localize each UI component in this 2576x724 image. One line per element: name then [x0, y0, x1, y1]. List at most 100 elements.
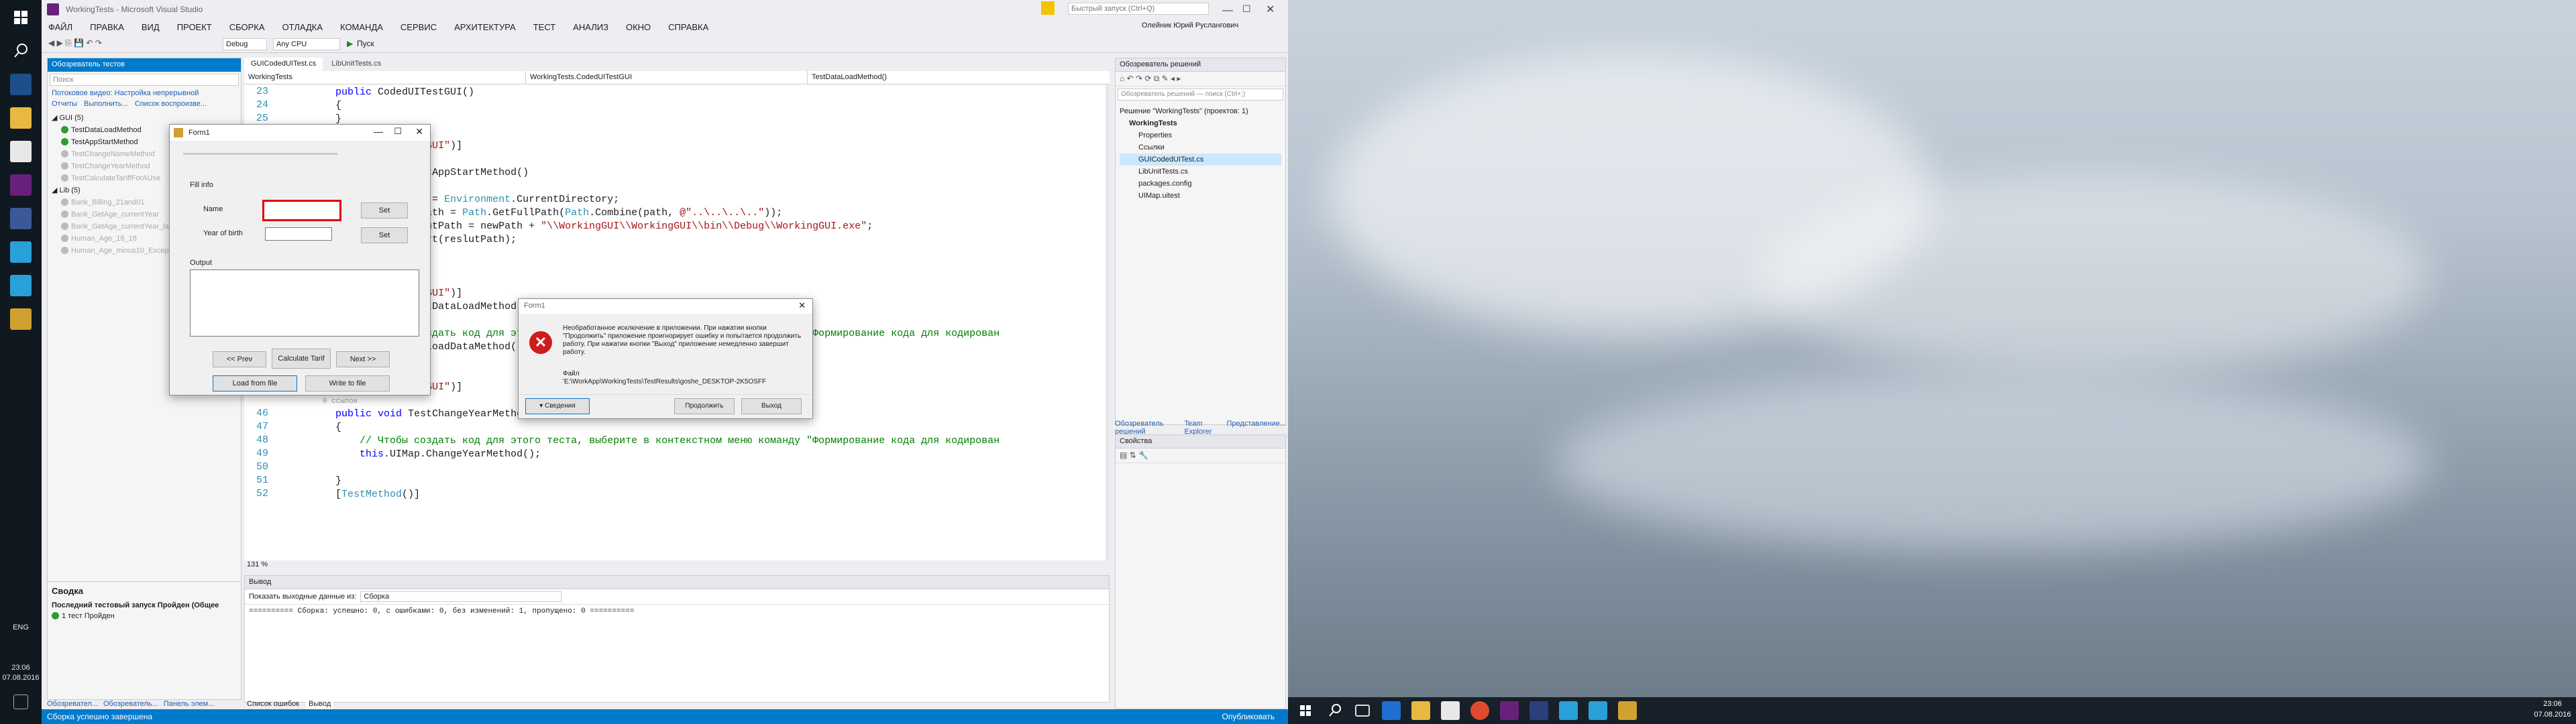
- name-input[interactable]: [262, 200, 341, 221]
- menu-item-11[interactable]: ОКНО: [626, 22, 651, 32]
- next-button[interactable]: Next >>: [336, 351, 390, 367]
- menu-item-2[interactable]: ВИД: [142, 22, 160, 32]
- solution-tab-0[interactable]: Обозреватель решений: [1115, 420, 1180, 436]
- expand-icon[interactable]: ◢: [52, 186, 60, 194]
- explorer-icon[interactable]: [10, 107, 32, 129]
- publish-button[interactable]: Опубликовать: [1222, 709, 1275, 724]
- form-app-icon[interactable]: [1618, 701, 1637, 720]
- lang-indicator[interactable]: ENG: [0, 623, 42, 631]
- bottom-tab-1[interactable]: Вывод: [305, 700, 334, 709]
- edge-icon[interactable]: [10, 74, 32, 95]
- clock-time[interactable]: 23:06: [0, 664, 42, 672]
- prev-button[interactable]: << Prev: [213, 351, 266, 367]
- explorer-icon[interactable]: [1411, 701, 1430, 720]
- store-icon[interactable]: [1441, 701, 1460, 720]
- stream-link[interactable]: Потоковое видео: Настройка непрерывной: [48, 88, 241, 99]
- solution-item[interactable]: packages.config: [1120, 178, 1281, 190]
- set-year-button[interactable]: Set: [361, 227, 408, 243]
- notification-flag-icon[interactable]: [1041, 1, 1055, 15]
- store-icon[interactable]: [10, 141, 32, 162]
- user-name[interactable]: Олейник Юрий Руслангович: [1142, 21, 1238, 29]
- nav-class[interactable]: WorkingTests.CodedUITestGUI: [526, 71, 808, 84]
- bottom-tab-0[interactable]: Список ошибок: [244, 700, 302, 709]
- menu-item-5[interactable]: ОТЛАДКА: [282, 22, 323, 32]
- search-icon[interactable]: [10, 40, 32, 62]
- tab-libunittests[interactable]: LibUnitTests.cs: [325, 58, 388, 71]
- solution-toolbar-icons[interactable]: ⌂ ↶ ↷ ⟳ ⧉ ✎ ◂ ▸: [1116, 72, 1285, 86]
- chrome-icon[interactable]: [1470, 701, 1489, 720]
- form1-maximize-button[interactable]: ☐: [394, 126, 402, 137]
- menu-item-0[interactable]: ФАЙЛ: [48, 22, 72, 32]
- tab-guicodeduitest[interactable]: GUICodedUITest.cs: [244, 58, 323, 71]
- form1-minimize-button[interactable]: —: [374, 126, 383, 137]
- photoshop-icon[interactable]: [1529, 701, 1548, 720]
- notification-icon[interactable]: [13, 695, 28, 709]
- left-tab-0[interactable]: Обозревател...: [47, 700, 98, 709]
- windows-start-icon[interactable]: [1296, 701, 1315, 720]
- maximize-button[interactable]: ☐: [1242, 3, 1251, 15]
- form1-close-button[interactable]: ✕: [415, 126, 423, 137]
- skype-icon[interactable]: [10, 241, 32, 263]
- solution-item[interactable]: Решение "WorkingTests" (проектов: 1): [1120, 105, 1281, 117]
- task-view-icon[interactable]: [1355, 705, 1370, 717]
- menu-item-3[interactable]: ПРОЕКТ: [177, 22, 212, 32]
- menu-item-6[interactable]: КОМАНДА: [340, 22, 383, 32]
- app-icon[interactable]: [1589, 701, 1607, 720]
- windows-start-icon[interactable]: [10, 7, 32, 28]
- run-link[interactable]: Выполнить...: [84, 100, 128, 108]
- photoshop-icon[interactable]: [10, 208, 32, 229]
- playlist-link[interactable]: Список воспроизве...: [135, 100, 207, 108]
- solution-item[interactable]: WorkingTests: [1120, 117, 1281, 129]
- edge-icon[interactable]: [1382, 701, 1401, 720]
- visual-studio-icon[interactable]: [10, 174, 32, 196]
- start-button[interactable]: Пуск: [357, 39, 374, 48]
- test-search-input[interactable]: Поиск: [50, 74, 239, 86]
- output-source-select[interactable]: Сборка: [360, 591, 562, 602]
- properties-toolbar-icons[interactable]: ▤ ⇅ 🔧: [1116, 448, 1285, 463]
- menu-item-1[interactable]: ПРАВКА: [90, 22, 124, 32]
- solution-tab-1[interactable]: Team Explorer: [1184, 420, 1222, 436]
- continue-button[interactable]: Продолжить: [674, 398, 735, 414]
- details-button[interactable]: ▾ Сведения: [525, 398, 590, 414]
- error-dialog-close-button[interactable]: ✕: [798, 300, 806, 311]
- year-input[interactable]: [265, 227, 332, 241]
- reports-link[interactable]: Отчеты: [52, 100, 77, 108]
- solution-item[interactable]: Ссылки: [1120, 141, 1281, 154]
- quick-launch-input[interactable]: Быстрый запуск (Ctrl+Q): [1068, 3, 1209, 15]
- menu-item-9[interactable]: ТЕСТ: [533, 22, 556, 32]
- exit-button[interactable]: Выход: [741, 398, 802, 414]
- menu-item-4[interactable]: СБОРКА: [229, 22, 265, 32]
- editor-scrollbar[interactable]: [1106, 84, 1110, 560]
- menu-item-12[interactable]: СПРАВКА: [668, 22, 708, 32]
- config-select[interactable]: Debug: [223, 38, 267, 50]
- menu-item-8[interactable]: АРХИТЕКТУРА: [454, 22, 516, 32]
- search-icon[interactable]: [1326, 701, 1344, 720]
- solution-tab-2[interactable]: Представление...: [1227, 420, 1286, 430]
- platform-select[interactable]: Any CPU: [273, 38, 340, 50]
- nav-project[interactable]: WorkingTests: [244, 71, 526, 84]
- form-app-icon[interactable]: [10, 308, 32, 330]
- calculate-tariff-button[interactable]: Calculate Tarif: [272, 349, 331, 369]
- start-icon[interactable]: ▶: [347, 39, 353, 48]
- expand-icon[interactable]: ◢: [52, 114, 60, 122]
- zoom-level[interactable]: 131 %: [244, 560, 311, 571]
- solution-item[interactable]: LibUnitTests.cs: [1120, 166, 1281, 178]
- nav-member[interactable]: TestDataLoadMethod(): [808, 71, 1110, 84]
- write-to-file-button[interactable]: Write to file: [305, 375, 390, 391]
- solution-item[interactable]: GUICodedUITest.cs: [1120, 154, 1281, 166]
- solution-search-input[interactable]: Обозреватель решений — поиск (Ctrl+;): [1118, 88, 1283, 101]
- solution-item[interactable]: UIMap.uitest: [1120, 190, 1281, 202]
- nav-back-forward-icons[interactable]: ◀ ▶ ⎘ 💾 ↶ ↷: [48, 38, 109, 50]
- left-tab-2[interactable]: Панель элем...: [164, 700, 215, 709]
- left-tab-1[interactable]: Обозреватель...: [103, 700, 158, 709]
- load-from-file-button[interactable]: Load from file: [213, 375, 297, 391]
- test-group[interactable]: ◢ GUI (5): [52, 112, 237, 124]
- app-icon[interactable]: [10, 275, 32, 296]
- minimize-button[interactable]: —: [1222, 5, 1233, 17]
- menu-item-7[interactable]: СЕРВИС: [400, 22, 437, 32]
- skype-icon[interactable]: [1559, 701, 1578, 720]
- visual-studio-icon[interactable]: [1500, 701, 1519, 720]
- form-output-box[interactable]: [190, 269, 419, 337]
- clock-time-right[interactable]: 23:06: [2536, 700, 2569, 708]
- menu-item-10[interactable]: АНАЛИЗ: [573, 22, 608, 32]
